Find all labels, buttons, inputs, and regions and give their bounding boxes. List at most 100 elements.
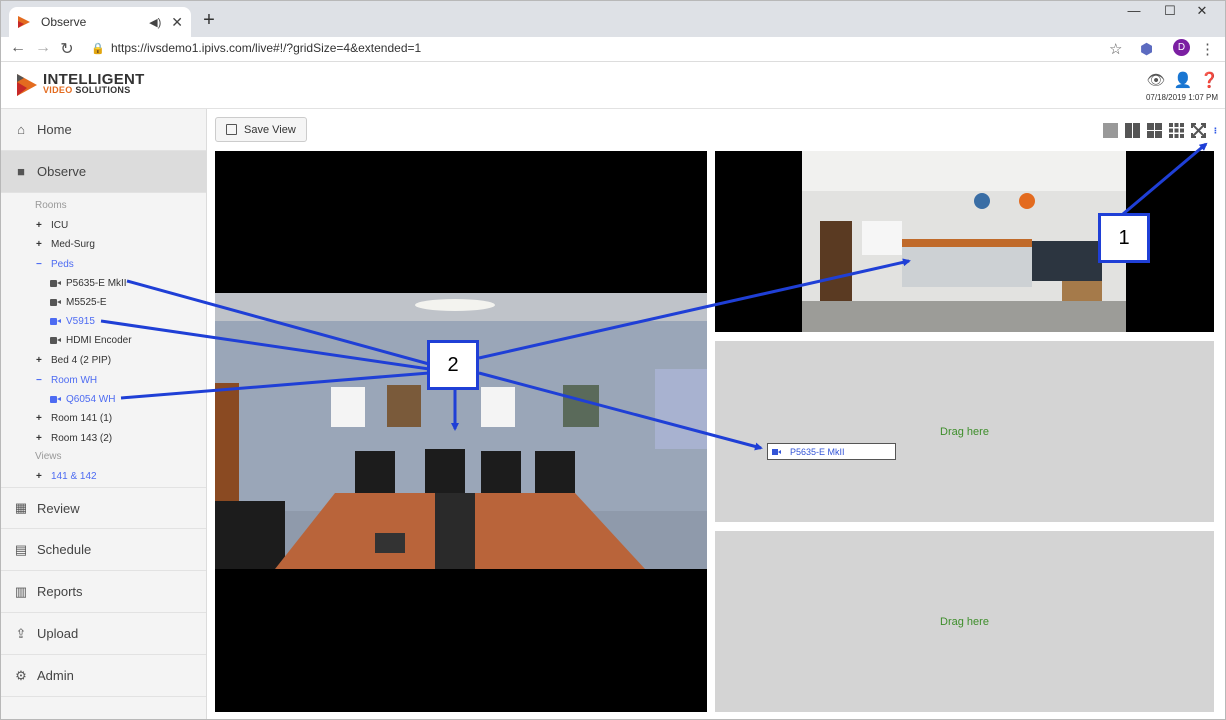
help-icon[interactable]: ❓ [1200,71,1219,89]
close-tab-icon[interactable]: ✕ [171,14,183,31]
expand-icon[interactable]: + [36,239,46,250]
tree-label: Q6054 WH [66,393,116,405]
tree-label: Room WH [51,374,98,386]
gear-icon: ⚙ [15,667,27,683]
conference-room-video [215,293,707,569]
browser-tab[interactable]: Observe ◀) ✕ [9,7,191,37]
eye-icon[interactable]: 👁 [1147,71,1166,89]
lab-video [802,151,1126,332]
tree-camera-q6054[interactable]: Q6054 WH [50,392,115,406]
expand-icon[interactable]: + [36,471,46,482]
sidebar-item-review[interactable]: ▦ Review [1,487,206,529]
tree-label: Room 141 (1) [51,412,113,424]
save-disk-icon [226,124,237,135]
tree-label: Med-Surg [51,238,95,250]
url-text: https://ivsdemo1.ipivs.com/live#!/?gridS… [111,41,422,55]
tree-camera-p5635[interactable]: P5635-E MkII [50,276,127,290]
tree-room-143[interactable]: + Room 143 (2) [36,431,112,445]
upload-icon: ⇪ [15,625,27,641]
dragged-camera-label: P5635-E MkII [790,446,845,457]
logo-subtitle: VIDEO SOLUTIONS [43,85,145,95]
sidebar-item-label: Review [37,500,80,516]
sidebar: ⌂ Home ■ Observe Rooms + ICU + Med-Surg − P… [1,109,207,719]
close-window-icon[interactable]: ✕ [1179,3,1225,23]
sidebar-item-label: Schedule [37,542,92,557]
sidebar-item-schedule[interactable]: ▤ Schedule [1,529,206,571]
grid-3x3-icon[interactable] [1169,123,1184,138]
calendar-icon: ▤ [14,541,28,557]
video-camera-icon: ■ [17,164,25,179]
screen: Observe ◀) ✕ + — ☐ ✕ ← → ↻ 🔒 https://ivs… [0,0,1226,720]
grid-1x1-icon[interactable] [1103,123,1118,138]
tree-label: 141 & 142 [51,470,97,482]
logo-mark-icon [17,74,37,96]
reload-icon[interactable]: ↻ [57,39,77,59]
extension-icon[interactable]: ⬢ [1140,40,1153,58]
header-icons: 👁 👤 ❓ [1147,71,1219,89]
tree-label: HDMI Encoder [66,334,132,346]
tree-camera-m5525[interactable]: M5525-E [50,295,107,309]
dragged-camera-chip[interactable]: P5635-E MkII [767,443,896,460]
grid-layout-toolbar [1103,123,1219,138]
tree-camera-v5915[interactable]: V5915 [50,314,95,328]
expand-icon[interactable]: + [36,433,46,444]
tree-room-141[interactable]: + Room 141 (1) [36,411,112,425]
expand-icon[interactable]: + [36,413,46,424]
back-icon[interactable]: ← [8,39,28,57]
header-datetime: 07/18/2019 1:07 PM [1145,93,1218,102]
address-bar[interactable]: 🔒 https://ivsdemo1.ipivs.com/live#!/?gri… [83,37,1133,59]
video-pane-3-empty[interactable]: Drag here [715,341,1214,522]
sidebar-item-upload[interactable]: ⇪ Upload [1,613,206,655]
camera-icon [50,395,61,403]
tree-room-peds[interactable]: − Peds [36,257,74,271]
collapse-icon[interactable]: − [36,375,46,386]
speaker-icon[interactable]: ◀) [149,16,161,29]
collapse-icon[interactable]: − [36,259,46,270]
tree-label: P5635-E MkII [66,277,127,289]
annotation-callout-1: 1 [1098,213,1150,263]
tree-view-141-142[interactable]: +141 & 142 [36,469,97,483]
app-logo[interactable]: INTELLIGENT VIDEO SOLUTIONS [15,72,145,98]
browser-tab-title: Observe [41,15,87,29]
camera-icon [50,279,61,287]
sidebar-item-reports[interactable]: ▥ Reports [1,571,206,613]
sidebar-item-label: Home [37,122,72,137]
fullscreen-icon[interactable] [1191,123,1206,138]
logo-subtitle-rest: SOLUTIONS [75,85,131,95]
tree-camera-hdmi-encoder[interactable]: HDMI Encoder [50,333,132,347]
grid-2x2-icon[interactable] [1147,123,1162,138]
drag-here-text: Drag here [940,616,989,628]
user-icon[interactable]: 👤 [1174,71,1193,89]
tree-label: V5915 [66,315,95,327]
tree-label: Bed 4 (2 PIP) [51,354,112,366]
expand-icon[interactable]: + [36,355,46,366]
sidebar-item-label: Reports [37,584,83,599]
lock-icon: 🔒 [91,42,105,55]
bookmark-star-icon[interactable]: ☆ [1109,40,1122,58]
extended-menu-icon[interactable] [1213,123,1219,138]
profile-avatar[interactable]: D [1173,39,1190,56]
forward-icon[interactable]: → [33,39,53,57]
save-view-label: Save View [244,123,296,136]
expand-icon[interactable]: + [36,220,46,231]
sidebar-item-admin[interactable]: ⚙ Admin [1,655,206,697]
video-pane-4-empty[interactable]: Drag here [715,531,1214,712]
main-content: Save View Drag here Drag here P5635-E Mk… [207,109,1225,719]
sidebar-item-label: Upload [37,626,79,641]
sidebar-item-home[interactable]: ⌂ Home [1,109,206,151]
sidebar-item-label: Observe [37,164,87,179]
browser-menu-icon[interactable]: ⋮ [1200,40,1215,58]
tree-room-wh[interactable]: − Room WH [36,373,97,387]
camera-icon [50,336,61,344]
grid-2-column-icon[interactable] [1125,123,1140,138]
rooms-heading: Rooms [35,200,67,211]
save-view-button[interactable]: Save View [215,117,307,142]
new-tab-icon[interactable]: + [199,9,219,32]
sidebar-item-observe[interactable]: ■ Observe [1,151,206,193]
video-pane-1[interactable] [215,151,707,712]
tree-room-icu[interactable]: + ICU [36,218,68,232]
camera-icon [772,448,782,455]
tree-room-bed4[interactable]: + Bed 4 (2 PIP) [36,353,111,367]
camera-icon [50,317,61,325]
tree-room-med-surg[interactable]: + Med-Surg [36,237,95,251]
